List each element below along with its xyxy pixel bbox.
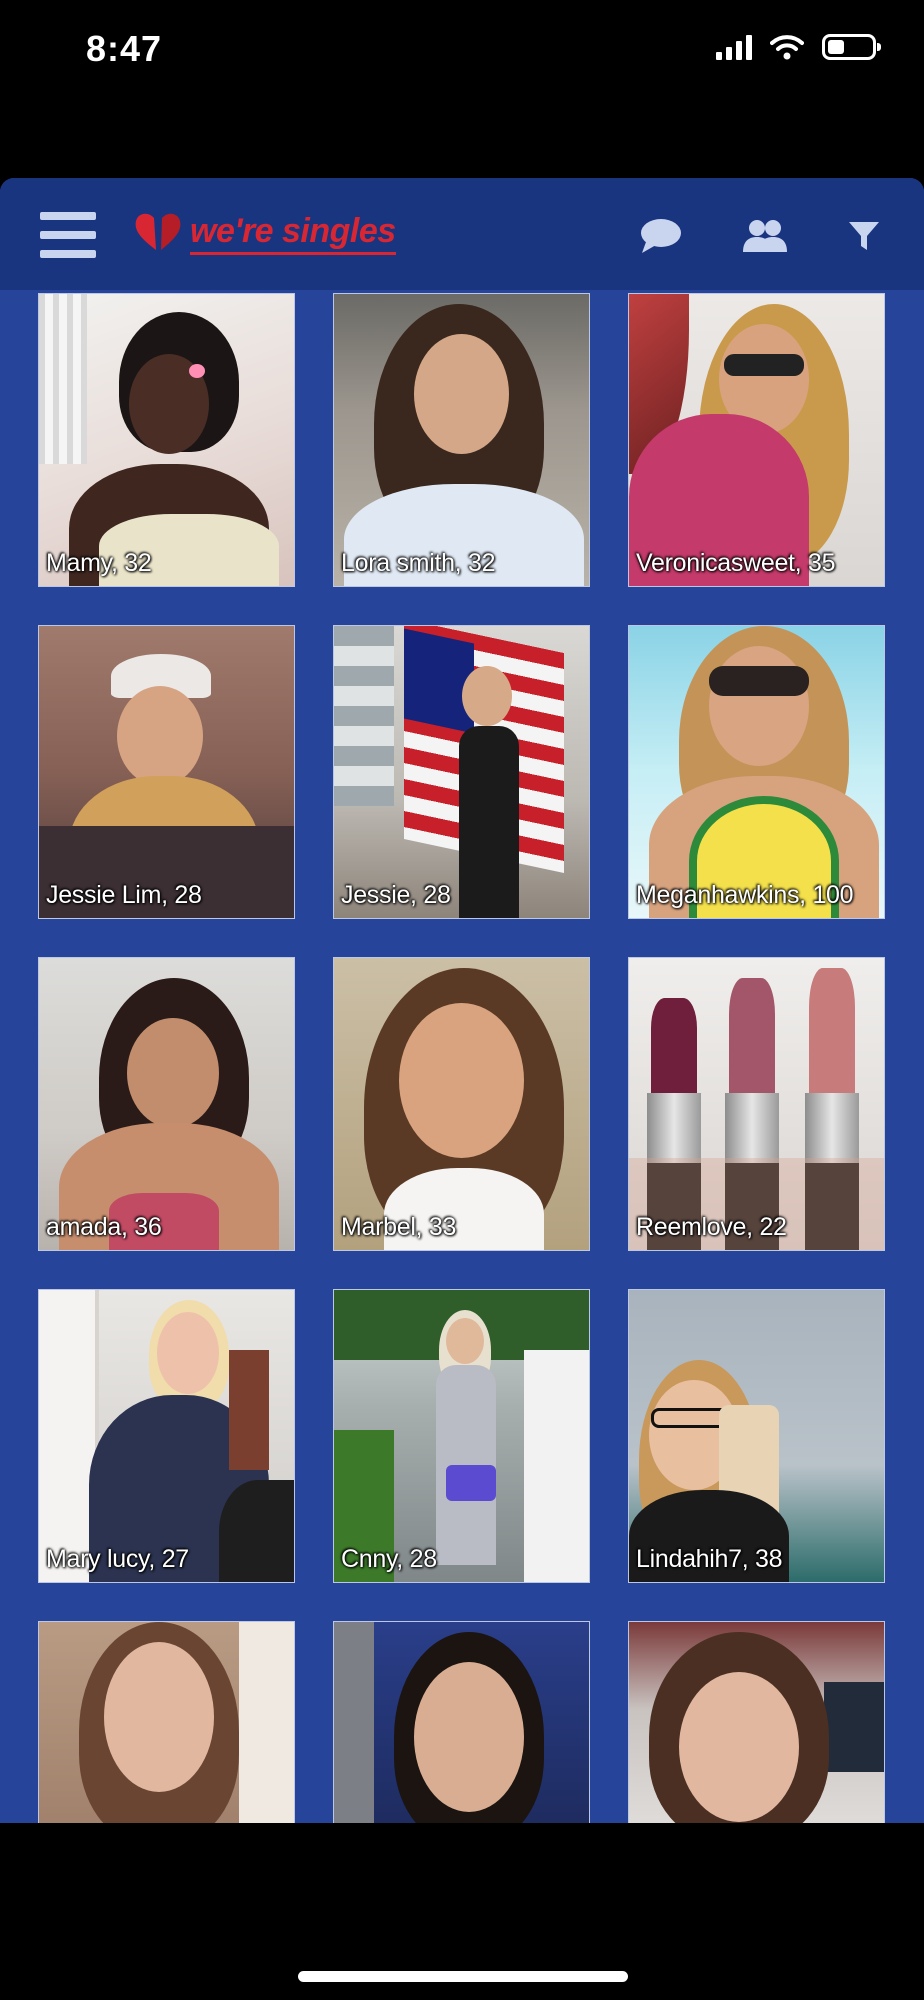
profile-card[interactable]: Jessie Lim, 28: [38, 625, 295, 919]
profile-card[interactable]: Meganhawkins, 100: [628, 625, 885, 919]
profile-name-age: Jessie, 28: [341, 881, 451, 909]
people-icon[interactable]: [742, 219, 788, 253]
profile-photo: [629, 294, 884, 586]
status-icons: [716, 34, 881, 60]
profile-card[interactable]: [333, 1621, 590, 1823]
profile-name-age: Meganhawkins, 100: [636, 881, 854, 909]
profile-photo: [334, 958, 589, 1250]
app-logo: we're singles: [132, 208, 396, 255]
app-header: we're singles: [0, 178, 924, 290]
logo-text: we're singles: [190, 211, 396, 255]
profile-photo: [39, 1622, 294, 1823]
filter-icon[interactable]: [848, 220, 880, 252]
profile-name-age: Mary lucy, 27: [46, 1545, 189, 1573]
home-indicator[interactable]: [298, 1971, 628, 1982]
profile-photo: [334, 1290, 589, 1582]
profile-photo: [334, 294, 589, 586]
profile-card[interactable]: [628, 1621, 885, 1823]
profile-name-age: Mamy, 32: [46, 549, 152, 577]
profile-photo: [629, 1290, 884, 1582]
profile-card[interactable]: Mary lucy, 27: [38, 1289, 295, 1583]
profile-photo: [334, 626, 589, 918]
menu-icon[interactable]: [40, 212, 96, 258]
profile-name-age: Lora smith, 32: [341, 549, 496, 577]
profile-photo: [629, 1622, 884, 1823]
heart-logo-icon: [135, 213, 181, 250]
wifi-icon: [770, 35, 804, 60]
profile-card[interactable]: Lindahih7, 38: [628, 1289, 885, 1583]
profile-name-age: Jessie Lim, 28: [46, 881, 202, 909]
profile-name-age: Veronicasweet, 35: [636, 549, 836, 577]
profile-photo: [334, 1622, 589, 1823]
profile-card[interactable]: Reemlove, 22: [628, 957, 885, 1251]
profile-photo: [39, 626, 294, 918]
status-bar: 8:47: [0, 0, 924, 110]
profile-card[interactable]: Lora smith, 32: [333, 293, 590, 587]
profile-photo: [629, 958, 884, 1250]
header-actions: [640, 218, 880, 254]
profile-photo: [39, 294, 294, 586]
profile-photo: [629, 626, 884, 918]
status-time: 8:47: [86, 28, 163, 69]
profile-grid: Mamy, 32 Lora smith, 32 Veronicasweet, 3…: [38, 293, 886, 1823]
profile-card[interactable]: Marbel, 33: [333, 957, 590, 1251]
profile-name-age: Cnny, 28: [341, 1545, 437, 1573]
chat-icon[interactable]: [640, 218, 682, 254]
battery-icon: [822, 34, 881, 60]
profile-card[interactable]: [38, 1621, 295, 1823]
profile-name-age: amada, 36: [46, 1213, 162, 1241]
profile-name-age: Lindahih7, 38: [636, 1545, 783, 1573]
profile-name-age: Marbel, 33: [341, 1213, 457, 1241]
profile-card[interactable]: Veronicasweet, 35: [628, 293, 885, 587]
cellular-signal-icon: [716, 34, 752, 60]
profile-card[interactable]: Cnny, 28: [333, 1289, 590, 1583]
profile-name-age: Reemlove, 22: [636, 1213, 787, 1241]
profile-card[interactable]: amada, 36: [38, 957, 295, 1251]
profile-photo: [39, 958, 294, 1250]
app-container: we're singles Mamy, 32 Lora smith, 32 Ve…: [0, 178, 924, 1823]
profile-photo: [39, 1290, 294, 1582]
profile-card[interactable]: Jessie, 28: [333, 625, 590, 919]
profile-card[interactable]: Mamy, 32: [38, 293, 295, 587]
